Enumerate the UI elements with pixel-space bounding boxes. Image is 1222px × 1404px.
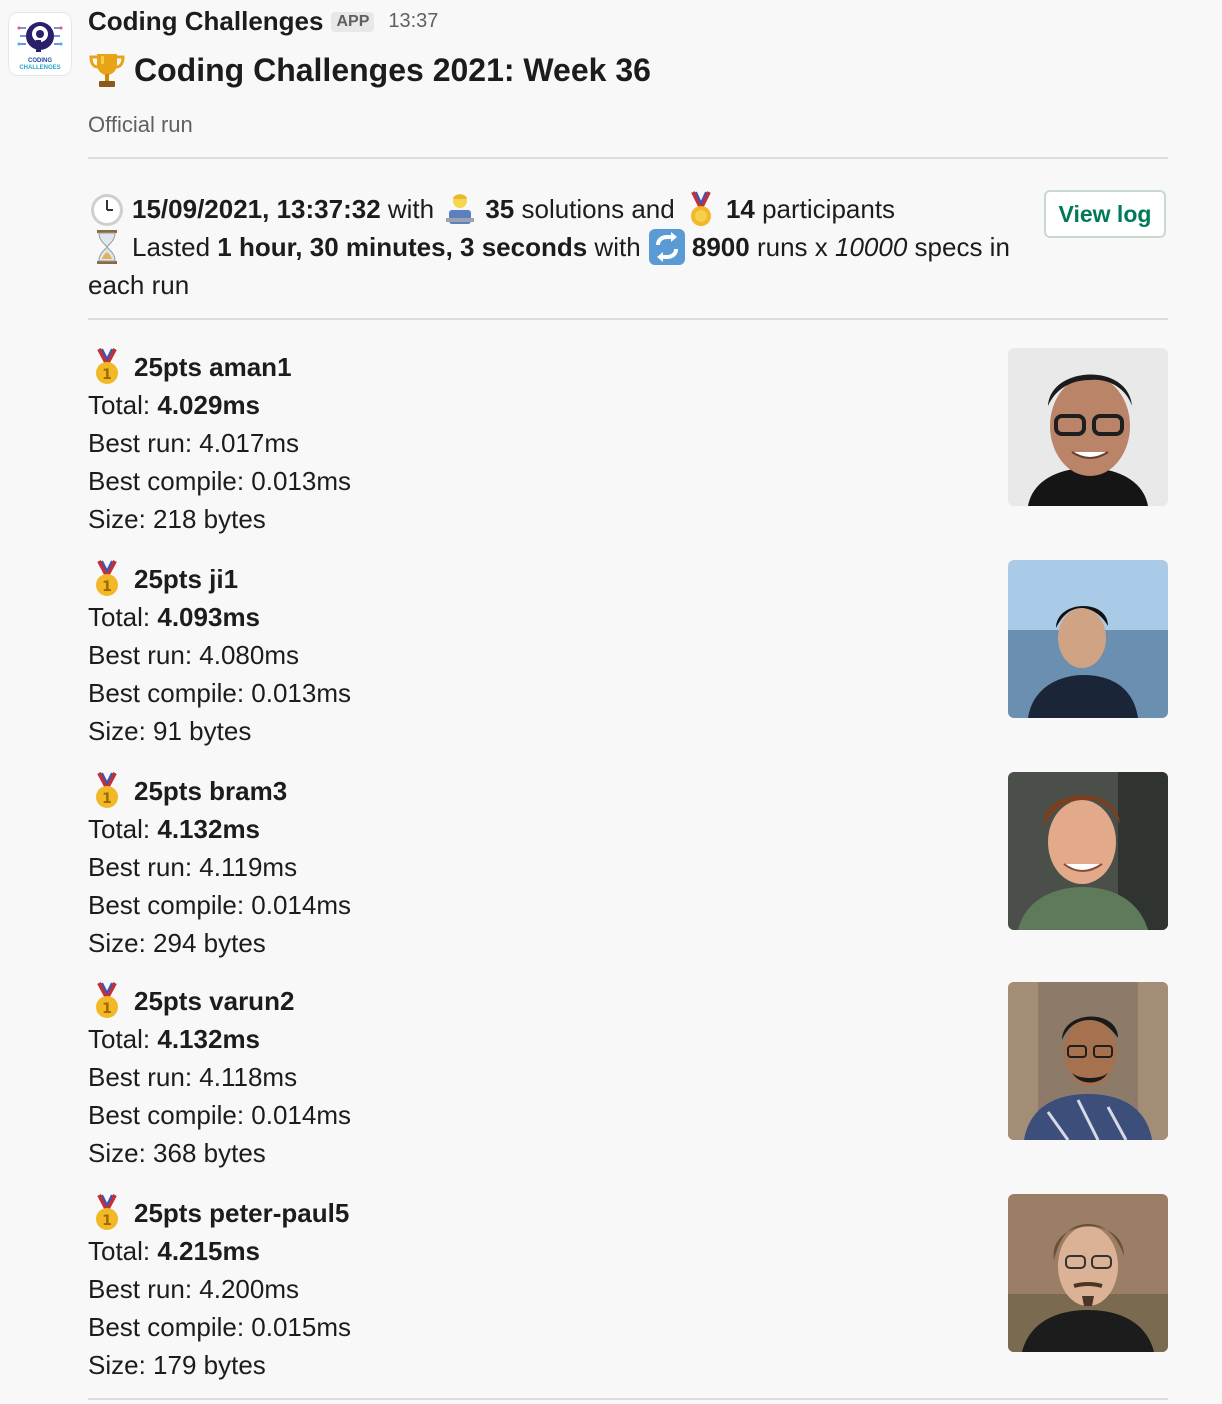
run-summary: 15/09/2021, 13:37:32 with 35 solutions a… (88, 190, 1038, 304)
trophy-icon (89, 54, 125, 87)
result-entry: 1 25pts bram3 Total: 4.132ms Best run: 4… (88, 772, 1168, 962)
best-run: Best run: 4.017ms (88, 428, 299, 458)
first-place-medal-icon: 1 (96, 772, 118, 808)
solution-size: Size: 179 bytes (88, 1350, 266, 1380)
total-label: Total: (88, 1024, 158, 1054)
logo-text: CODING CHALLENGES (19, 58, 61, 71)
view-log-button[interactable]: View log (1044, 190, 1166, 238)
result-entry: 1 25pts varun2 Total: 4.132ms Best run: … (88, 982, 1168, 1172)
result-heading: 25pts varun2 (134, 986, 295, 1016)
page-title: Coding Challenges 2021: Week 36 (134, 51, 651, 88)
divider (88, 318, 1168, 320)
repeat-icon (648, 229, 685, 265)
best-compile: Best compile: 0.013ms (88, 466, 352, 496)
solution-size: Size: 91 bytes (88, 716, 252, 746)
best-compile: Best compile: 0.014ms (88, 1100, 352, 1130)
subtitle: Official run (88, 112, 193, 137)
first-place-medal-icon: 1 (96, 348, 118, 384)
total-label: Total: (88, 602, 158, 632)
coding-challenges-logo-icon (17, 22, 63, 52)
message-header: Coding Challenges APP 13:37 (88, 6, 438, 37)
svg-text:1: 1 (102, 791, 112, 807)
total-label: Total: (88, 390, 158, 420)
result-entry: 1 25pts ji1 Total: 4.093ms Best run: 4.0… (88, 560, 1168, 750)
total-label: Total: (88, 814, 158, 844)
best-compile: Best compile: 0.014ms (88, 890, 352, 920)
total-time: 4.132ms (157, 1024, 261, 1054)
solution-size: Size: 294 bytes (88, 928, 266, 958)
runs-count: 8900 (691, 232, 750, 262)
svg-text:1: 1 (102, 1213, 112, 1229)
total-time: 4.132ms (157, 814, 261, 844)
summary-text: runs x (749, 232, 835, 262)
best-compile: Best compile: 0.013ms (88, 678, 352, 708)
first-place-medal-icon: 1 (96, 560, 118, 596)
app-avatar[interactable]: CODING CHALLENGES (8, 12, 72, 76)
specs-count: 10000 (834, 232, 908, 262)
svg-text:1: 1 (102, 367, 112, 383)
best-run: Best run: 4.118ms (88, 1062, 298, 1092)
divider (88, 1398, 1168, 1400)
technologist-icon (446, 194, 475, 224)
participant-avatar[interactable] (1008, 560, 1168, 718)
participant-avatar[interactable] (1008, 772, 1168, 930)
best-compile: Best compile: 0.015ms (88, 1312, 352, 1342)
svg-text:1: 1 (102, 1001, 112, 1017)
best-run: Best run: 4.080ms (88, 640, 299, 670)
clock-icon (91, 194, 123, 226)
participant-avatar[interactable] (1008, 1194, 1168, 1352)
result-entry: 1 25pts peter-paul5 Total: 4.215ms Best … (88, 1194, 1168, 1384)
total-label: Total: (88, 1236, 158, 1266)
summary-text: Lasted (132, 232, 218, 262)
solution-size: Size: 368 bytes (88, 1138, 266, 1168)
solution-size: Size: 218 bytes (88, 504, 266, 534)
result-heading: 25pts aman1 (134, 352, 292, 382)
participant-avatar[interactable] (1008, 982, 1168, 1140)
first-place-medal-icon: 1 (96, 982, 118, 1018)
best-run: Best run: 4.200ms (88, 1274, 299, 1304)
total-time: 4.215ms (157, 1236, 261, 1266)
solutions-count: 35 (485, 194, 515, 224)
total-time: 4.029ms (157, 390, 261, 420)
summary-text: participants (754, 194, 896, 224)
result-entry: 1 25pts aman1 Total: 4.029ms Best run: 4… (88, 348, 1168, 538)
app-name[interactable]: Coding Challenges (88, 6, 323, 37)
best-run: Best run: 4.119ms (88, 852, 298, 882)
divider (88, 157, 1168, 159)
app-badge: APP (331, 11, 375, 32)
message-timestamp[interactable]: 13:37 (388, 10, 438, 33)
run-duration: 1 hour, 30 minutes, 3 seconds (217, 232, 588, 262)
sports-medal-icon (690, 191, 711, 226)
svg-text:1: 1 (102, 579, 112, 595)
hourglass-icon (97, 230, 117, 264)
summary-text: solutions and (514, 194, 682, 224)
result-heading: 25pts peter-paul5 (134, 1198, 350, 1228)
total-time: 4.093ms (157, 602, 261, 632)
run-datetime: 15/09/2021, 13:37:32 (132, 194, 381, 224)
participant-avatar[interactable] (1008, 348, 1168, 506)
summary-text: with (380, 194, 442, 224)
message-title: Coding Challenges 2021: Week 36 (88, 50, 651, 90)
participants-count: 14 (725, 194, 755, 224)
result-heading: 25pts ji1 (134, 564, 239, 594)
result-heading: 25pts bram3 (134, 776, 288, 806)
summary-text: with (587, 232, 648, 262)
first-place-medal-icon: 1 (96, 1194, 118, 1230)
